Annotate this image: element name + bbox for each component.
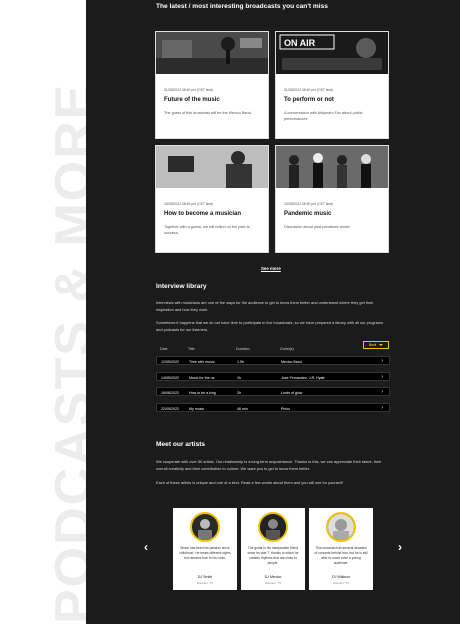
artist-name: DJ Smith [197, 575, 213, 579]
broadcast-title: How to become a musician [164, 211, 242, 217]
artist-location: Houston, TX [196, 581, 214, 585]
broadcast-description: A conversation with Alejandro Fox about … [284, 111, 363, 122]
row-title: How to be a king [189, 390, 216, 395]
library-heading: Interview library [156, 283, 207, 290]
broadcasts-heading: The latest / most interesting broadcasts… [156, 3, 328, 10]
column-header-duration: Duration [236, 347, 250, 351]
row-guests: Mexico Band [281, 359, 302, 364]
artists-heading: Meet our artists [156, 441, 206, 448]
row-date: 16/08/2022 [161, 390, 179, 395]
side-banner-text: PODCASTS & MORE [45, 82, 86, 624]
broadcast-image: ON AIR [276, 32, 388, 74]
broadcast-date: 20/05/2022 08:50 pm (CET time) [284, 202, 334, 206]
artists-intro-2: Each of these artists is unique and one … [156, 480, 343, 485]
table-row[interactable]: 22/05/2022 My music 46 min Pinko › [156, 403, 390, 412]
library-intro-1: Interviews with musicians are one of the… [156, 300, 374, 312]
broadcast-title: To perform or not [284, 97, 334, 103]
artist-name: DJ Wikison [332, 575, 350, 579]
broadcast-image [276, 146, 388, 188]
chevron-right-icon[interactable]: › [381, 374, 383, 380]
broadcast-card[interactable]: 18/05/2022 08:45 pm (CET time) How to be… [155, 145, 269, 253]
side-banner: PODCASTS & MORE [0, 0, 86, 624]
broadcast-date: 01/05/2022 08:40 pm (CET time) [164, 88, 214, 92]
table-row[interactable]: 12/05/2022 Time with music 1.5h Mexico B… [156, 356, 390, 365]
artist-avatar [190, 512, 220, 542]
broadcast-card[interactable]: 01/05/2022 08:40 pm (CET time) Future of… [155, 31, 269, 139]
row-duration: 46 min [237, 406, 248, 411]
broadcast-card[interactable]: 20/05/2022 08:50 pm (CET time) Pandemic … [275, 145, 389, 253]
table-row[interactable]: 14/05/2022 Music for the us 1h Jose Fern… [156, 372, 390, 381]
artist-card[interactable]: The guitar is his inseparable friend sin… [241, 508, 305, 590]
broadcast-image [156, 146, 268, 188]
broadcast-image [156, 32, 268, 74]
table-row[interactable]: 16/08/2022 How to be a king 2h Lords of … [156, 387, 390, 396]
broadcast-title: Future of the music [164, 97, 220, 103]
artist-avatar [326, 512, 356, 542]
broadcast-card[interactable]: ON AIR 01/05/2022 08:40 pm (CET time) To… [275, 31, 389, 139]
table-header: Date Title Duration Guest(s) [156, 347, 390, 353]
broadcast-description: The guest of this broadcast will be the … [164, 111, 252, 115]
chevron-right-icon[interactable]: › [381, 358, 383, 364]
artist-quote: The guitar is his inseparable friend sin… [247, 546, 299, 565]
row-title: Time with music [189, 359, 215, 364]
on-air-sign: ON AIR [284, 38, 316, 48]
chevron-right-icon[interactable]: › [381, 389, 383, 395]
broadcast-date: 18/05/2022 08:45 pm (CET time) [164, 202, 214, 206]
artist-card[interactable]: This musician has several decades of con… [309, 508, 373, 590]
row-guests: Jose Fernandez, J.R. Hyatt [281, 375, 325, 380]
artist-location: Houston, TX [264, 581, 282, 585]
row-duration: 1h [237, 375, 241, 380]
library-intro-2: Sometimes it happens that we do not have… [156, 320, 384, 332]
artist-location: Houston, TX [332, 581, 350, 585]
row-duration: 1.5h [237, 359, 244, 364]
broadcast-description: Discussion about post-pandemic music [284, 225, 350, 229]
chevron-right-icon[interactable]: › [381, 405, 383, 411]
artist-name: DJ Mexico [264, 575, 282, 579]
see-more-link[interactable]: See more [261, 266, 281, 271]
artist-avatar [258, 512, 288, 542]
main-content: The latest / most interesting broadcasts… [86, 0, 460, 624]
carousel-prev-button[interactable]: ‹ [144, 540, 148, 554]
column-header-guests: Guest(s) [280, 347, 294, 351]
row-title: Music for the us [189, 375, 215, 380]
caret-down-icon [379, 344, 384, 346]
row-date: 22/05/2022 [161, 406, 179, 411]
row-title: My music [189, 406, 205, 411]
artists-intro-1: We cooperate with over 50 artists. Our r… [156, 459, 382, 471]
column-header-date: Date [160, 347, 168, 351]
broadcast-description: Together with a guess, we will reflect o… [164, 225, 250, 236]
artist-card[interactable]: Music has been his passion since childho… [173, 508, 237, 590]
artist-quote: Music has been his passion since childho… [179, 546, 231, 560]
row-guests: Pinko [281, 406, 290, 411]
artist-quote: This musician has several decades of con… [314, 546, 368, 565]
carousel-next-button[interactable]: › [398, 540, 402, 554]
broadcast-date: 01/05/2022 08:40 pm (CET time) [284, 88, 334, 92]
broadcast-title: Pandemic music [284, 211, 332, 217]
row-date: 12/05/2022 [161, 359, 179, 364]
column-header-title: Title [188, 347, 195, 351]
row-guests: Lords of glow [281, 390, 303, 395]
row-duration: 2h [237, 390, 241, 395]
row-date: 14/05/2022 [161, 375, 179, 380]
